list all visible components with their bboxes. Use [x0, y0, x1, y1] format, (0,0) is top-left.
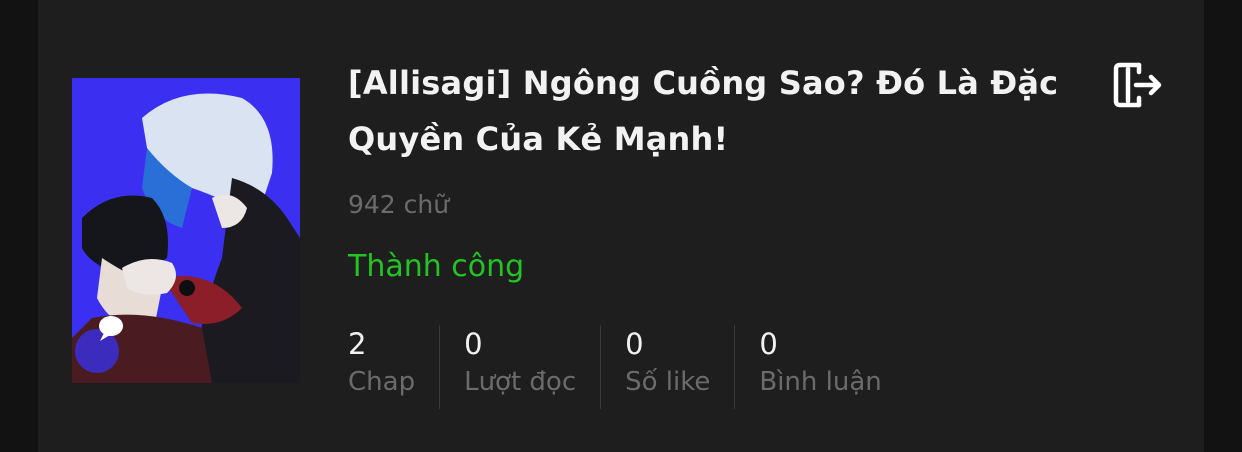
story-cover-image[interactable] [72, 78, 300, 383]
stat-label: Số like [625, 367, 711, 397]
stat-value: 2 [348, 327, 367, 361]
stat-value: 0 [625, 327, 644, 361]
status-text: Thành công [348, 249, 525, 284]
exit-icon [1113, 62, 1162, 108]
exit-button[interactable] [1106, 55, 1166, 115]
stat-label: Lượt đọc [464, 367, 577, 397]
stat-value: 0 [464, 327, 483, 361]
stat-value: 0 [759, 327, 778, 361]
stat-likes: 0 Số like [600, 325, 734, 409]
stats-row: 2 Chap 0 Lượt đọc 0 Số like 0 Bình luận [348, 325, 906, 409]
stat-label: Chap [348, 367, 416, 397]
stat-comments: 0 Bình luận [734, 325, 905, 409]
word-count: 942 chữ [348, 190, 450, 219]
stat-views: 0 Lượt đọc [439, 325, 600, 409]
story-card[interactable]: [Allisagi] Ngông Cuồng Sao? Đó Là Đặc Qu… [38, 0, 1204, 452]
stat-chapters: 2 Chap [348, 325, 439, 409]
stat-label: Bình luận [759, 367, 882, 397]
story-title[interactable]: [Allisagi] Ngông Cuồng Sao? Đó Là Đặc Qu… [348, 55, 1068, 167]
